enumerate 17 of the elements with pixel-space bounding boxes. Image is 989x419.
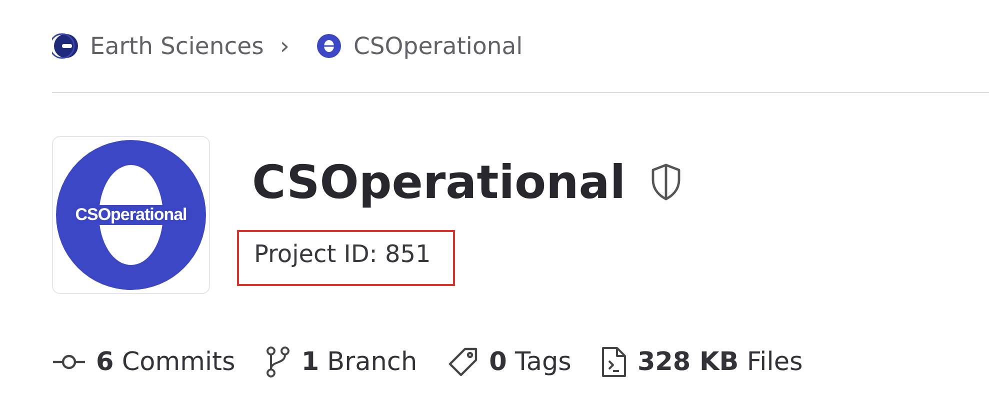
group-avatar-icon xyxy=(52,32,80,60)
stat-link[interactable]: 0 Tags xyxy=(489,347,572,377)
branch-icon xyxy=(265,346,292,378)
breadcrumb-link[interactable]: Earth Sciences xyxy=(90,32,264,60)
breadcrumb-link[interactable]: CSOperational xyxy=(353,32,523,60)
shield-icon xyxy=(650,163,682,201)
stat-link[interactable]: 328 KB Files xyxy=(637,347,803,377)
project-id: Project ID: 851 xyxy=(237,230,455,286)
commit-icon xyxy=(52,352,86,372)
stat-link[interactable]: 6 Commits xyxy=(96,347,236,377)
stat-link[interactable]: 1 Branch xyxy=(301,347,418,377)
project-avatar-icon xyxy=(315,32,344,60)
file-icon xyxy=(601,346,628,378)
breadcrumb-separator: › xyxy=(280,32,290,60)
project-title: CSOperational xyxy=(252,154,626,211)
logo-text: CSOperational xyxy=(73,205,189,225)
tag-icon xyxy=(447,346,480,378)
